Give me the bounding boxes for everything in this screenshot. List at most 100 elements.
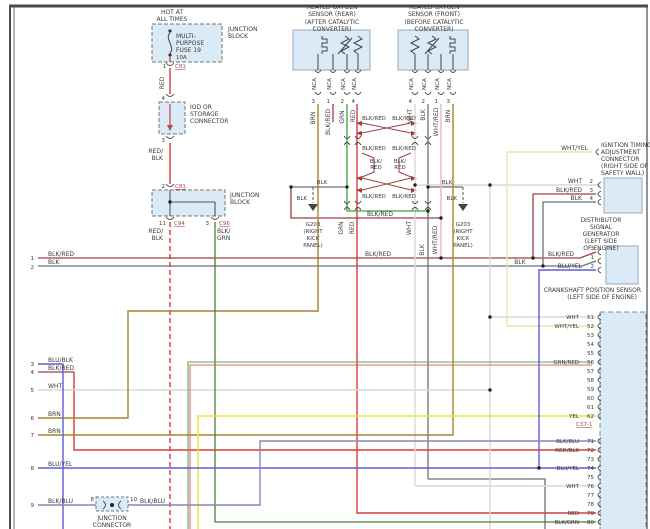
junction-dots [110, 183, 545, 507]
ecu-pin-wire-label: BLU/YEL [557, 466, 580, 472]
rear-sensor-title: HEATED OXYGEN [307, 4, 358, 11]
blue-wires [38, 270, 596, 529]
ground-right [458, 187, 468, 211]
ecu-pin-number: 56 [587, 360, 594, 366]
row-label: BLU/YEL [48, 461, 73, 468]
svg-text:(RIGHT: (RIGHT [453, 229, 473, 235]
pin-number: 1 [435, 99, 439, 105]
nca-label: NCA [327, 78, 333, 90]
wire-color-label: RED [350, 109, 357, 122]
nca-label: NCA [352, 78, 358, 90]
fuse-label: MULTI- [176, 33, 196, 40]
yellow-wires [198, 416, 596, 529]
wire-label: BLK [514, 259, 526, 266]
junction-block-label: JUNCTION [227, 26, 257, 33]
svg-text:(RIGHT: (RIGHT [303, 229, 323, 235]
pin-number: 10 [130, 497, 137, 503]
svg-text:BLK: BLK [152, 155, 164, 162]
pin-number: 8 [91, 497, 95, 503]
wire-label-wht-yel: WHT/YEL [561, 145, 589, 152]
ecu-pin-number: 55 [587, 351, 594, 357]
pin-number: 3 [162, 138, 166, 144]
ecu-pin-number: 58 [587, 378, 594, 384]
ecu-pin-number: 75 [587, 475, 594, 481]
nca-label: NCA [312, 78, 318, 90]
wire-color-label: BRN [445, 110, 452, 123]
svg-text:10A: 10A [176, 55, 187, 61]
crossover-label: BLK/RED [362, 194, 386, 200]
ecu-pin-number: 79 [587, 511, 594, 517]
nca-label: NCA [422, 78, 428, 90]
ecu-pin-number: 52 [587, 324, 594, 330]
red-wires [74, 68, 596, 529]
ecu-pin-wire-label: YEL [568, 414, 580, 420]
row-number: 5 [31, 388, 35, 394]
pin-number: 4 [162, 96, 166, 102]
ecu-pin-number: 60 [587, 396, 594, 402]
ecu-pin-number: 78 [587, 502, 594, 508]
ecu-pin-number: 77 [587, 493, 594, 499]
nca-label: NCA [341, 78, 347, 90]
junction-connector-title: JUNCTION [96, 515, 126, 522]
svg-text:BLK: BLK [152, 235, 164, 242]
wire-label: BLK/RED [365, 251, 391, 258]
ground-wire-label: BLK [442, 180, 453, 186]
ecu-pin-number: 54 [587, 342, 594, 348]
hot-at-label2: ALL TIMES [157, 16, 188, 23]
row-number: 6 [31, 416, 35, 422]
row-number: 9 [31, 503, 35, 509]
row-number: 1 [31, 256, 35, 262]
junction-block-2-box [152, 190, 225, 216]
pin-number: 2 [591, 264, 595, 270]
wire-color-label: WHT/RED [433, 107, 440, 136]
row-label: BLK/RED [48, 251, 74, 258]
svg-text:FUSE 19: FUSE 19 [176, 47, 201, 54]
front-sensor-title: HEATED OXYGEN [409, 4, 460, 11]
crossover-label: BLK/RED [362, 116, 386, 122]
row-label: BLK/RED [48, 365, 74, 372]
svg-text:RED: RED [370, 165, 382, 171]
wire-label-red-blk: RED/ [148, 148, 164, 155]
ignition-connector-title: IGNITION TIMING [601, 142, 650, 149]
ground-wire-label: BLK [317, 180, 328, 186]
row-number: 8 [31, 466, 35, 472]
ecu-pin-wire-label: RED/BLK [555, 448, 579, 454]
ecu-pin-list: 51WHT52WHT/YEL53545556GRN/RED57585960616… [553, 314, 601, 526]
ecu-pin-wire-label: RED [567, 511, 579, 517]
iod-connector-box [159, 102, 185, 134]
row-label: BRN [48, 428, 61, 435]
svg-text:CONNECTOR: CONNECTOR [93, 522, 131, 529]
wiring-diagram-page: HOT AT ALL TIMES JUNCTION BLOCK MULTI- P… [0, 0, 650, 529]
svg-text:ADJUSTMENT: ADJUSTMENT [601, 149, 641, 156]
svg-text:SAFETY WALL): SAFETY WALL) [601, 170, 644, 177]
svg-text:CONVERTER): CONVERTER) [313, 26, 352, 33]
ecu-pin-number: 71 [587, 439, 594, 445]
ground-wire-label: BLK [447, 196, 458, 202]
svg-text:PURPOSE: PURPOSE [176, 40, 204, 47]
svg-text:SENSOR (REAR): SENSOR (REAR) [308, 11, 356, 18]
pin-number: 4 [409, 99, 413, 105]
crank-sensor-title: CRANKSHAFT POSITION SENSOR [544, 287, 641, 294]
pin-number: 3 [591, 246, 595, 252]
svg-text:BLOCK: BLOCK [230, 199, 251, 206]
brown-wires [38, 104, 453, 435]
iod-label: IOD OR [190, 104, 212, 111]
pin-number: 3 [590, 188, 594, 194]
nca-label: NCA [435, 78, 441, 90]
wire-color-label: GRN [339, 110, 346, 123]
ecu-pin-number: 73 [587, 457, 594, 463]
ecu-pin-wire-label: BLK/GRN [555, 520, 580, 526]
row-number: 3 [31, 362, 35, 368]
crossover-label: BLK/RED [392, 146, 416, 152]
junction-block-label2: BLOCK [228, 33, 249, 40]
junction-block2-label: JUNCTION [229, 192, 259, 199]
wire-color-label: WHT/RED [432, 225, 439, 254]
svg-text:CONNECTOR: CONNECTOR [601, 156, 639, 163]
wire-color-label: GRN [338, 221, 345, 234]
wire-label-red: RED [159, 76, 166, 89]
wire-label: BLK [571, 195, 583, 202]
row-label: BLK [48, 259, 60, 266]
ecu-pin-wire-label: WHT/YEL [554, 324, 580, 330]
pin-number: 2 [162, 184, 166, 190]
wire-label-blk-grn: BLK/ [217, 228, 231, 235]
